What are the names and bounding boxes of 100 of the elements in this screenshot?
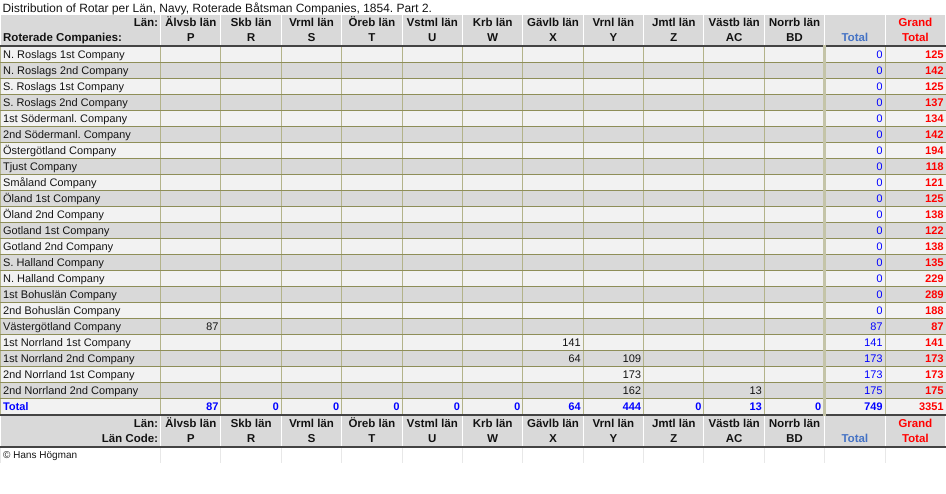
- table-cell: 142: [885, 126, 946, 142]
- header-cell: P: [160, 30, 221, 46]
- header-cell: Y: [583, 30, 644, 46]
- table-cell: 141: [562, 336, 581, 348]
- table-cell: 135: [885, 254, 946, 270]
- header-cell: Skb län: [220, 15, 282, 30]
- table-cell: N. Halland Company: [0, 270, 160, 286]
- header-cell: Total: [824, 431, 885, 447]
- table-cell: S. Roslags 1st Company: [0, 78, 160, 94]
- table-cell: S. Roslags 2nd Company: [0, 94, 160, 110]
- header-cell: R: [220, 30, 282, 46]
- table-cell: Gotland 2nd Company: [0, 238, 160, 254]
- header-cell: Vstml län: [402, 15, 462, 30]
- table-cell: N. Roslags 2nd Company: [0, 62, 160, 78]
- header-cell: Västb län: [704, 15, 764, 30]
- table-cell: 0: [824, 62, 885, 78]
- table-cell: 64: [568, 352, 581, 364]
- table-cell: 109: [622, 352, 641, 364]
- header-cell: Krb län: [462, 15, 523, 30]
- table-cell: 1st Norrland 2nd Company: [0, 350, 160, 366]
- table-cell: 0: [824, 142, 885, 158]
- table-cell: 1st Södermanl. Company: [0, 110, 160, 126]
- table-cell: 125: [885, 190, 946, 206]
- table-cell: 175: [824, 382, 885, 398]
- table-cell: 137: [885, 94, 946, 110]
- table-cell: 1st Norrland 1st Company: [0, 334, 160, 350]
- header-cell: Z: [644, 30, 704, 46]
- table-cell: 0: [824, 110, 885, 126]
- header-cell: Vrml län: [281, 15, 342, 30]
- header-cell: BD: [764, 30, 825, 46]
- table-cell: 122: [885, 222, 946, 238]
- table-cell: 0: [824, 302, 885, 318]
- table-cell: 138: [885, 238, 946, 254]
- table-cell: 13: [750, 384, 762, 396]
- table-cell: 118: [885, 158, 946, 174]
- header-cell: W: [462, 431, 523, 447]
- header-cell: Vrml län: [281, 415, 342, 431]
- header-cell: T: [342, 431, 402, 447]
- table-cell: Småland Company: [0, 174, 160, 190]
- header-cell: BD: [764, 431, 825, 447]
- table-cell: 87: [824, 318, 885, 334]
- table-cell: 2nd Bohuslän Company: [0, 302, 160, 318]
- table-cell: 2nd Norrland 2nd Company: [0, 382, 160, 398]
- table-cell: 141: [824, 334, 885, 350]
- header-cell: Jmtl län: [644, 15, 704, 30]
- header-cell: S: [281, 431, 342, 447]
- header-cell: U: [402, 431, 462, 447]
- table-cell: Öland 1st Company: [0, 190, 160, 206]
- header-cell: Y: [583, 431, 644, 447]
- table-cell: 2nd Norrland 1st Company: [0, 366, 160, 382]
- table-cell: 125: [885, 46, 946, 62]
- header-cell: Vrnl län: [583, 415, 644, 431]
- header-cell: Vrnl län: [583, 15, 644, 30]
- header-cell: S: [281, 30, 342, 46]
- header-cell: X: [522, 431, 584, 447]
- table-cell: 175: [885, 382, 946, 398]
- table-cell: 0: [824, 206, 885, 222]
- table-cell: S. Halland Company: [0, 254, 160, 270]
- table-cell: 188: [885, 302, 946, 318]
- header-cell: Norrb län: [764, 15, 825, 30]
- table-cell: 173: [824, 350, 885, 366]
- table-cell: 0: [824, 126, 885, 142]
- header-cell: Gävlb län: [522, 415, 584, 431]
- header-cell: T: [342, 30, 402, 46]
- header-cell: Norrb län: [764, 415, 825, 431]
- header-cell: Total: [824, 30, 885, 46]
- header-cell: Grand: [885, 15, 946, 30]
- table-cell: 0: [824, 46, 885, 62]
- table-cell: Östergötland Company: [0, 142, 160, 158]
- table-cell: 0: [824, 174, 885, 190]
- copyright-note: © Hans Högman: [3, 450, 78, 461]
- table-cell: 0: [824, 270, 885, 286]
- table-cell: 0: [824, 190, 885, 206]
- header-cell: Skb län: [220, 415, 282, 431]
- header-cell: Län Code:: [0, 431, 160, 447]
- header-cell: Län:: [0, 15, 160, 30]
- table-cell: Västergötland Company: [0, 318, 160, 334]
- table-cell: 0: [824, 78, 885, 94]
- header-cell: Öreb län: [342, 415, 402, 431]
- header-cell: Län:: [0, 415, 160, 431]
- table-cell: 1st Bohuslän Company: [0, 286, 160, 302]
- table-cell: 0: [824, 94, 885, 110]
- table-cell: 142: [885, 62, 946, 78]
- header-cell: Grand: [885, 415, 946, 431]
- table-cell: 229: [885, 270, 946, 286]
- header-cell: Total: [885, 431, 946, 447]
- table-cell: 87: [885, 318, 946, 334]
- header-cell: Vstml län: [402, 415, 462, 431]
- header-cell: Älvsb län: [160, 415, 221, 431]
- table-cell: Öland 2nd Company: [0, 206, 160, 222]
- table-cell: 0: [824, 286, 885, 302]
- table-cell: 173: [885, 366, 946, 382]
- table-cell: 162: [622, 384, 641, 396]
- header-cell: W: [462, 30, 523, 46]
- table-cell: Tjust Company: [0, 158, 160, 174]
- table-cell: Gotland 1st Company: [0, 222, 160, 238]
- header-cell: P: [160, 431, 221, 447]
- table-cell: 87: [206, 320, 218, 332]
- header-cell: Västb län: [704, 415, 764, 431]
- header-cell: X: [522, 30, 584, 46]
